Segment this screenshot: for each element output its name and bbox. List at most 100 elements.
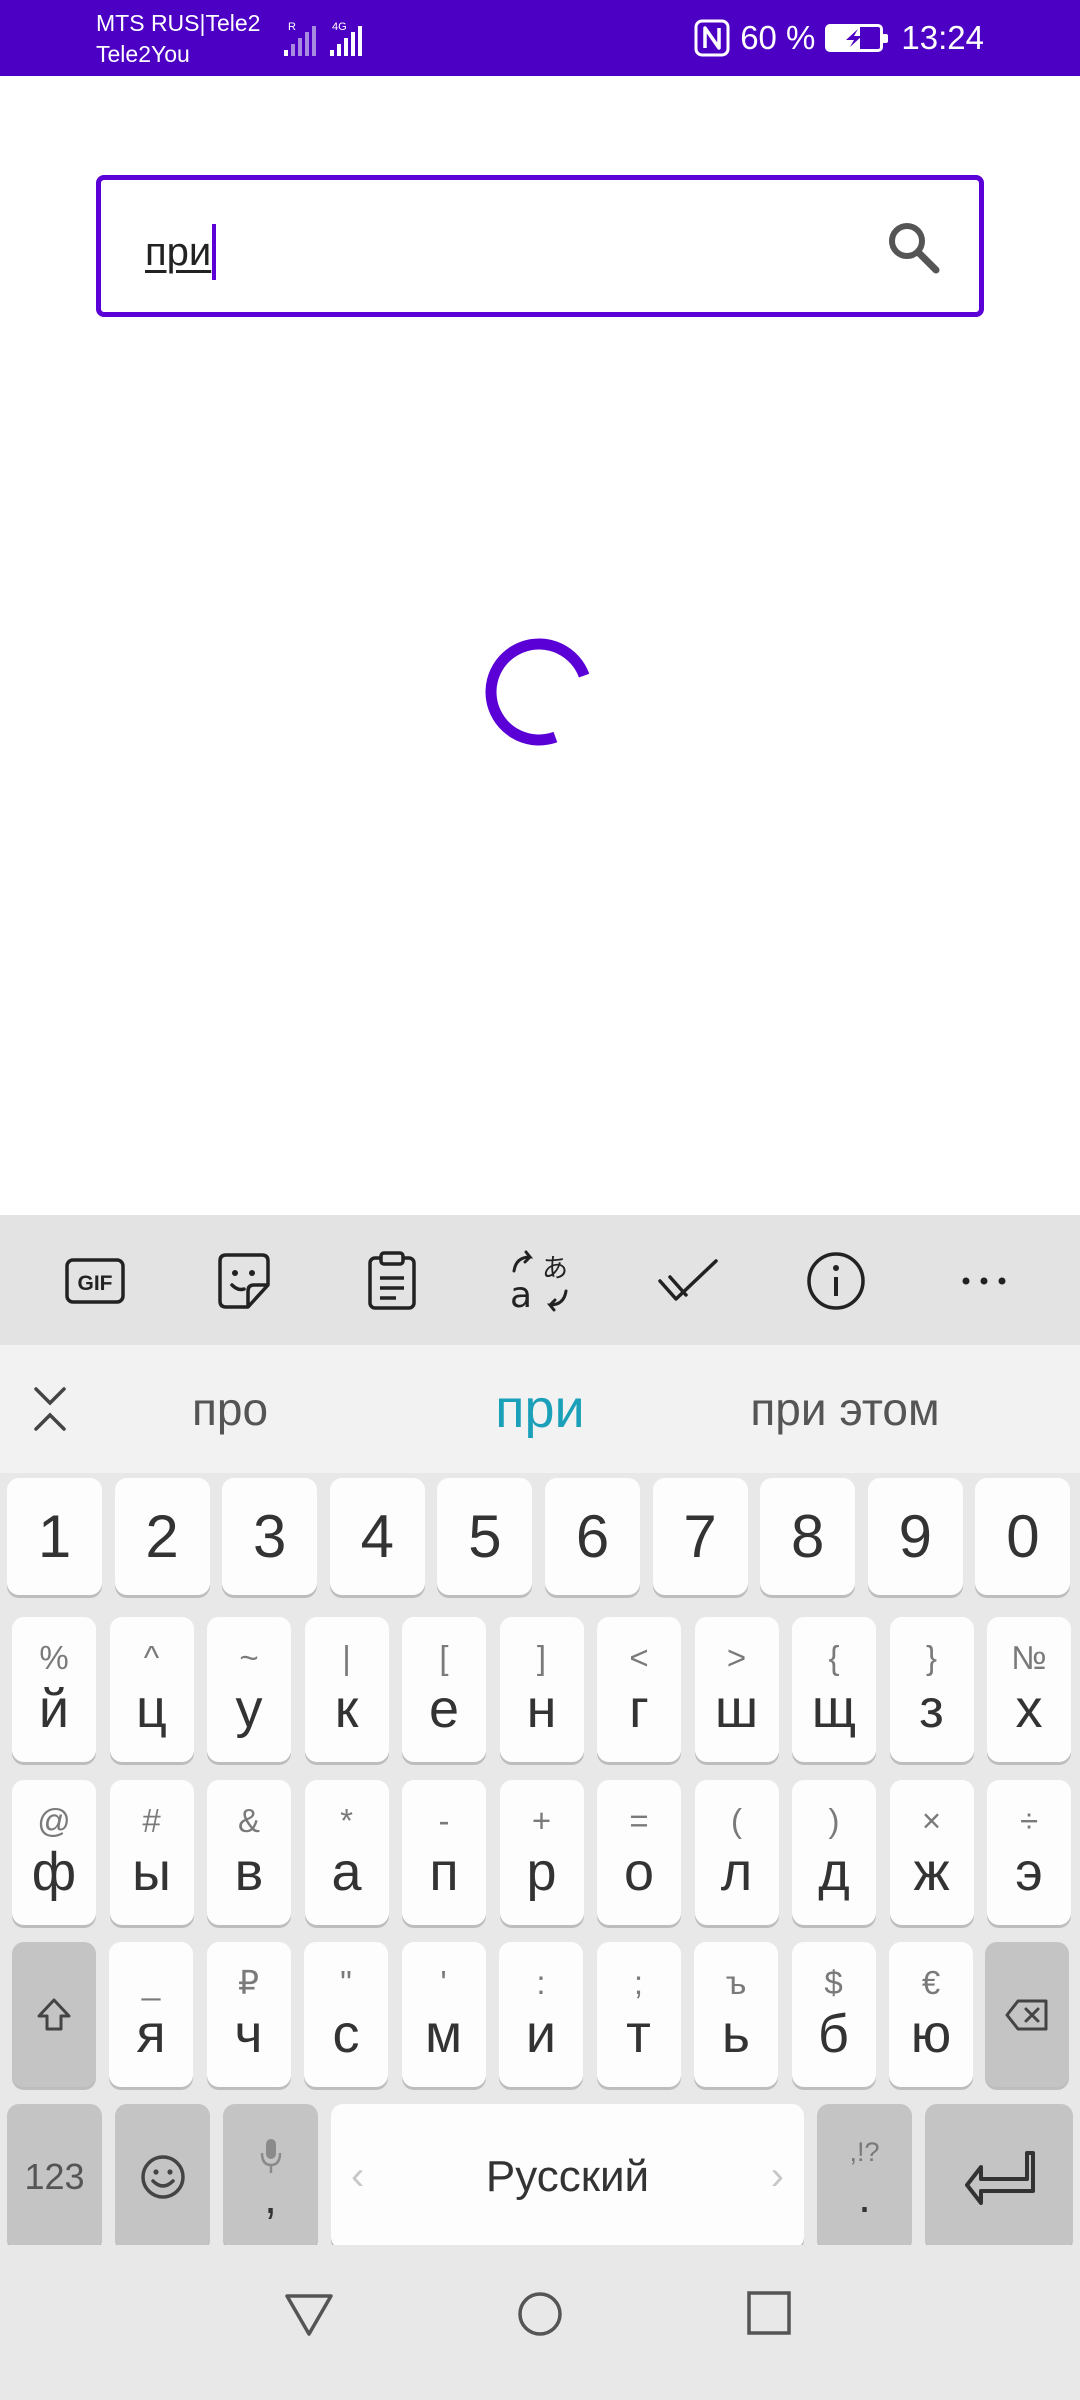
key-row1-4[interactable]: [е [402, 1617, 486, 1762]
sticker-icon [218, 1253, 270, 1309]
key-row1-4-label: е [428, 1678, 460, 1739]
key-row3-8[interactable]: € ю [889, 1942, 973, 2087]
key-row1-0-sub: % [39, 1638, 69, 1676]
key-8-label: 8 [791, 1502, 825, 1570]
home-icon[interactable] [516, 2290, 564, 2338]
suggestion-3[interactable]: при этом [720, 1345, 970, 1473]
key-row1-1[interactable]: ^ ц [109, 1617, 194, 1762]
key-row3-5-label: т [626, 2003, 651, 2064]
key-row3-1[interactable]: ₽ ч [206, 1942, 291, 2087]
key-row2-8[interactable]: ) д [792, 1780, 876, 1925]
key-4[interactable]: 4 [329, 1478, 425, 1595]
key-6[interactable]: 6 [545, 1478, 640, 1595]
key-row2-5-sub: + [531, 1801, 552, 1839]
period-key[interactable]: ,!? . [817, 2104, 912, 2249]
key-row1-7-sub: > [726, 1638, 747, 1676]
key-row2-0-sub: @ [37, 1801, 71, 1839]
key-row2-0[interactable]: @ ф [12, 1780, 96, 1925]
search-icon[interactable] [883, 217, 943, 277]
sticker-button[interactable] [206, 1243, 282, 1319]
search-box[interactable]: при [96, 175, 984, 317]
key-row1-8[interactable]: {щ [792, 1617, 876, 1762]
emoji-key[interactable] [115, 2104, 210, 2249]
key-7[interactable]: 7 [652, 1478, 748, 1595]
key-row1-9[interactable]: } з [889, 1617, 974, 1762]
key-row2-3-label: а [331, 1841, 362, 1902]
key-row1-7[interactable]: > ш [694, 1617, 779, 1762]
handwriting-button[interactable] [650, 1243, 726, 1319]
emoji-icon [140, 2154, 185, 2199]
key-row2-10[interactable]: ÷ э [987, 1780, 1071, 1925]
key-row3-4[interactable]: :и [499, 1942, 583, 2087]
key-row2-2[interactable]: & в [207, 1780, 291, 1925]
key-row2-7[interactable]: (л [694, 1780, 779, 1925]
search-input[interactable]: при [145, 224, 217, 280]
suggestion-1[interactable]: про [130, 1345, 330, 1473]
key-row2-2-label: в [234, 1841, 264, 1902]
key-row2-5[interactable]: + р [499, 1780, 584, 1925]
key-row3-0-sub: _ [141, 1963, 161, 2001]
key-row1-6[interactable]: < г [597, 1617, 681, 1762]
key-row2-9[interactable]: × ж [889, 1780, 974, 1925]
key-row2-6[interactable]: = о [597, 1780, 681, 1925]
text-caret [212, 224, 217, 280]
gif-button[interactable]: GIF [57, 1243, 133, 1319]
key-row1-10[interactable]: № х [987, 1617, 1071, 1762]
collapse-icon[interactable] [28, 1381, 72, 1437]
key-row2-8-sub: ) [828, 1801, 840, 1839]
svg-text:a: a [510, 1275, 532, 1313]
key-row1-3[interactable]: | к [304, 1617, 389, 1762]
key-row1-0[interactable]: % й [12, 1617, 96, 1762]
info-button[interactable] [798, 1243, 874, 1319]
status-right: 60 % 13:24 [694, 0, 984, 76]
key-row1-9-sub: } [925, 1638, 938, 1676]
key-row3-2[interactable]: " с [304, 1942, 388, 2087]
key-row2-1-sub: # [142, 1801, 161, 1839]
key-row3-3[interactable]: ' м [401, 1942, 486, 2087]
sim2-label: 4G [332, 21, 347, 33]
suggestion-2[interactable]: при [420, 1345, 660, 1473]
clipboard-button[interactable] [354, 1243, 430, 1319]
sim1-label: R [288, 21, 296, 33]
key-row2-10-label: э [1015, 1841, 1043, 1902]
backspace-key[interactable] [985, 1942, 1069, 2087]
nfc-icon [694, 19, 730, 57]
key-3[interactable]: 3 [222, 1478, 318, 1595]
more-button[interactable] [946, 1243, 1022, 1319]
key-1[interactable]: 1 [7, 1478, 102, 1595]
translate-button[interactable]: a あ [502, 1243, 578, 1319]
key-4-label: 4 [360, 1502, 394, 1570]
key-2[interactable]: 2 [114, 1478, 210, 1595]
enter-key[interactable] [925, 2104, 1073, 2249]
key-row2-1[interactable]: # ы [109, 1780, 194, 1925]
signal-strength-icon: R 4G [284, 21, 362, 56]
key-row2-4[interactable]: -п [402, 1780, 486, 1925]
space-key[interactable]: ‹ Русский › [331, 2104, 804, 2249]
key-8[interactable]: 8 [760, 1478, 856, 1595]
key-9[interactable]: 9 [867, 1478, 963, 1595]
comma-key-label: , [264, 2170, 277, 2223]
key-row3-0[interactable]: _ я [109, 1942, 193, 2087]
recents-icon[interactable] [746, 2290, 792, 2336]
comma-key[interactable]: , [223, 2104, 318, 2249]
key-row3-8-sub: € [921, 1963, 941, 2001]
key-0[interactable]: 0 [975, 1478, 1071, 1595]
key-5-label: 5 [468, 1502, 502, 1570]
key-row2-0-label: ф [31, 1841, 77, 1902]
key-row3-8-label: ю [910, 2003, 952, 2064]
key-row1-1-label: ц [136, 1678, 167, 1739]
key-row1-2[interactable]: ~ у [207, 1617, 291, 1762]
key-row3-7[interactable]: $ б [791, 1942, 876, 2087]
key-row3-6[interactable]: ъь [694, 1942, 778, 2087]
numbers-key[interactable]: 123 [7, 2104, 102, 2249]
shift-key[interactable] [12, 1942, 96, 2087]
key-row2-3[interactable]: * а [304, 1780, 389, 1925]
back-icon[interactable] [283, 2290, 335, 2338]
key-row1-5[interactable]: ] н [499, 1617, 584, 1762]
backspace-icon [1005, 1999, 1048, 2030]
key-row2-7-sub: ( [731, 1801, 742, 1839]
key-row2-8-label: д [818, 1841, 850, 1902]
key-5[interactable]: 5 [437, 1478, 533, 1595]
key-0-label: 0 [1006, 1502, 1040, 1570]
key-row3-5[interactable]: ; т [596, 1942, 681, 2087]
